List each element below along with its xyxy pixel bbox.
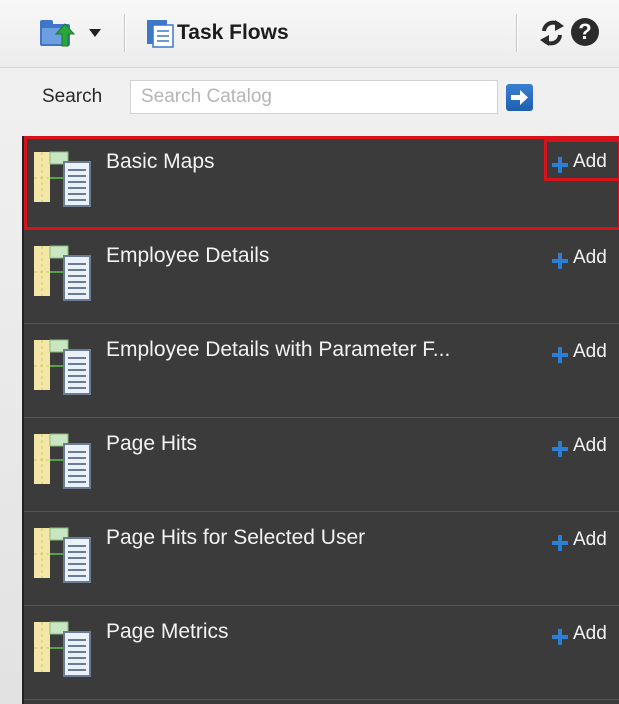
item-title: Employee Details with Parameter F... <box>106 338 451 361</box>
item-title: Page Hits for Selected User <box>106 526 366 549</box>
list-item[interactable]: Employee Details Add <box>24 230 619 324</box>
search-go-button[interactable] <box>506 84 533 111</box>
refresh-icon[interactable] <box>538 17 566 49</box>
toolbar: Task Flows ? <box>0 0 619 68</box>
task-flow-item-icon <box>34 339 91 395</box>
task-flow-item-icon <box>34 151 91 207</box>
list-item[interactable]: Page Hits Add <box>24 418 619 512</box>
add-button[interactable]: Add <box>544 524 619 554</box>
plus-icon <box>552 535 568 551</box>
toolbar-separator <box>516 14 518 52</box>
add-button[interactable]: Add <box>544 430 619 460</box>
toolbar-separator <box>124 14 126 52</box>
plus-icon <box>552 629 568 645</box>
list-item[interactable]: Page Metrics Add <box>24 606 619 700</box>
add-label: Add <box>573 435 607 456</box>
add-button[interactable]: Add <box>544 336 619 366</box>
item-title: Page Hits <box>106 432 198 455</box>
task-flow-item-icon <box>34 527 91 583</box>
plus-icon <box>552 253 568 269</box>
resource-catalog-panel: Task Flows ? Search Search Catalog Basic… <box>0 0 619 704</box>
add-label: Add <box>573 247 607 268</box>
folder-up-icon[interactable] <box>38 16 78 50</box>
plus-icon <box>552 441 568 457</box>
task-flow-list: Basic Maps Add Employee Details Add Empl… <box>22 136 619 704</box>
chevron-down-icon[interactable] <box>88 27 102 39</box>
search-input[interactable] <box>130 80 498 114</box>
task-flow-item-icon <box>34 433 91 489</box>
task-flows-icon[interactable] <box>146 18 174 48</box>
task-flows-label[interactable]: Task Flows <box>177 21 289 45</box>
help-icon[interactable]: ? <box>571 18 599 46</box>
item-title: Basic Maps <box>106 150 215 173</box>
plus-icon <box>552 347 568 363</box>
list-item[interactable]: Page Hits for Selected User Add <box>24 512 619 606</box>
add-label: Add <box>573 341 607 362</box>
plus-icon <box>552 157 568 173</box>
add-label: Add <box>573 623 607 644</box>
item-title: Page Metrics <box>106 620 229 643</box>
item-title: Employee Details <box>106 244 270 267</box>
arrow-right-icon <box>511 90 528 105</box>
add-label: Add <box>573 151 607 172</box>
list-item[interactable]: Employee Details with Parameter F... Add <box>24 324 619 418</box>
add-button[interactable]: Add <box>544 242 619 272</box>
task-flow-item-icon <box>34 245 91 301</box>
add-button[interactable]: Add <box>544 618 619 648</box>
task-flow-item-icon <box>34 621 91 677</box>
search-label: Search <box>42 86 103 107</box>
add-label: Add <box>573 529 607 550</box>
add-button[interactable]: Add <box>544 139 619 181</box>
list-item[interactable]: Basic Maps Add <box>24 136 619 230</box>
